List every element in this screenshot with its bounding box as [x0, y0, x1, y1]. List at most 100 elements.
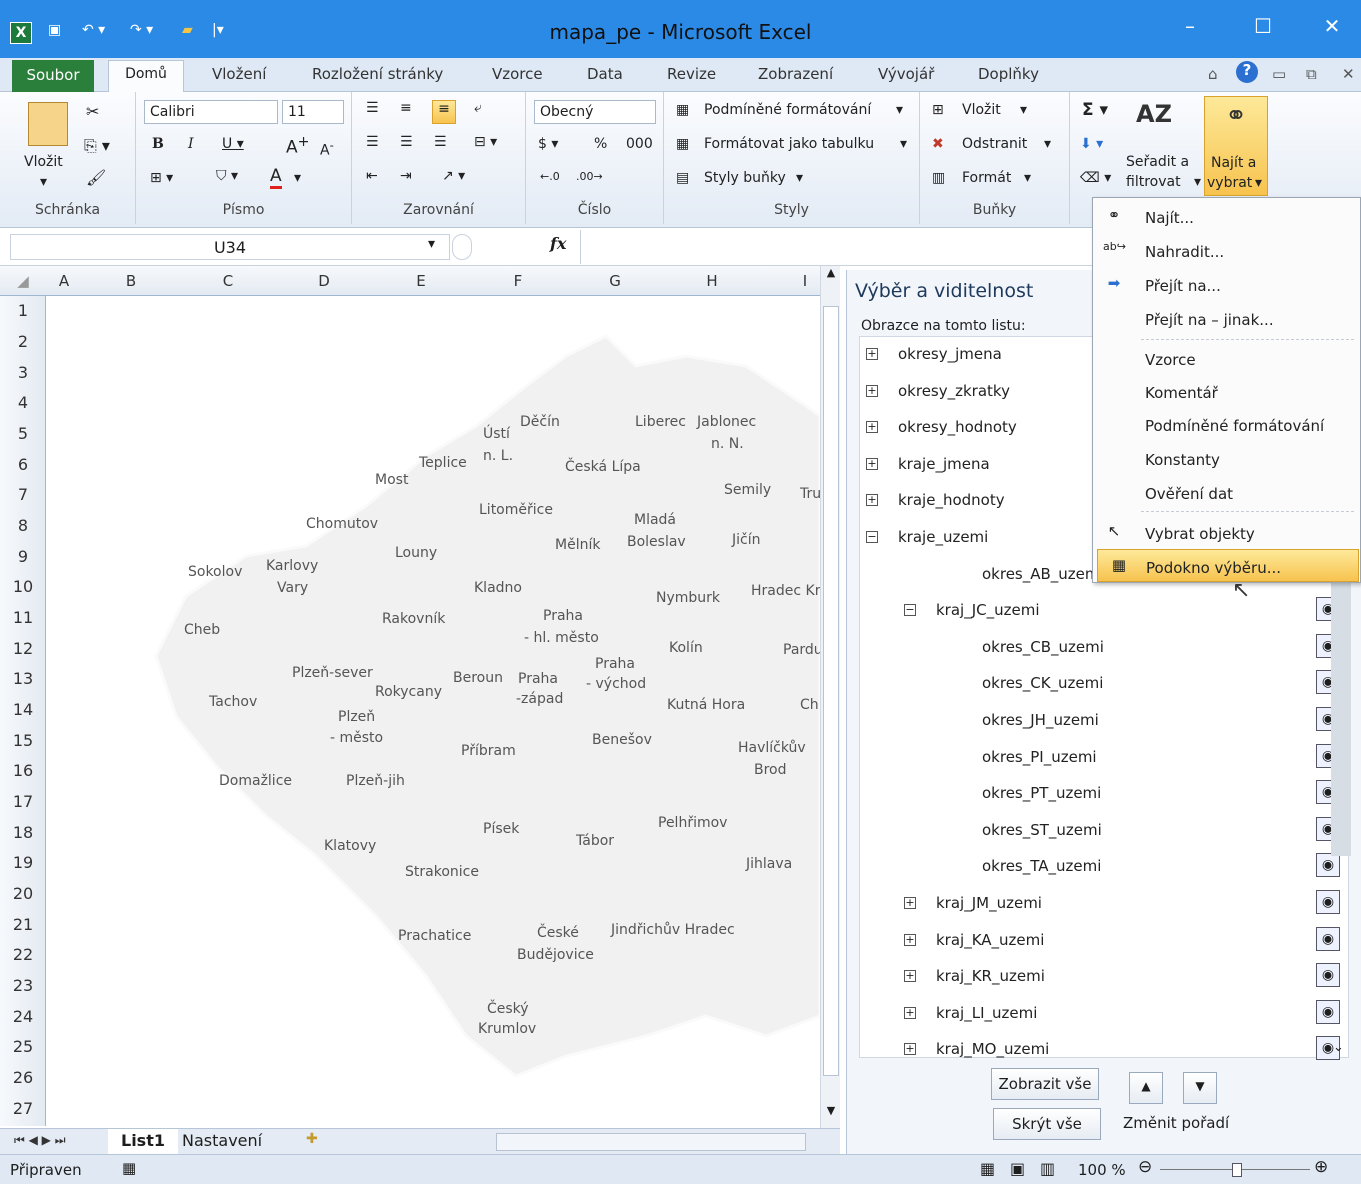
format-as-table-button[interactable]: Formátovat jako tabulku [704, 136, 874, 152]
increase-indent-icon[interactable]: ⇥ [400, 168, 412, 184]
view-page-layout-icon[interactable]: ▣ [1010, 1159, 1025, 1178]
map-label[interactable]: Benešov [592, 730, 652, 750]
map-label[interactable]: Plzeň-jih [346, 771, 405, 791]
map-label[interactable]: Ch [800, 695, 819, 715]
row-header[interactable]: 18 [0, 823, 46, 842]
decrease-indent-icon[interactable]: ⇤ [366, 168, 378, 184]
row-header[interactable]: 23 [0, 976, 46, 995]
maximize-icon[interactable]: ☐ [1243, 14, 1283, 38]
map-label[interactable]: Jindřichův Hradec [611, 920, 735, 940]
map-label[interactable]: Plzeň [338, 707, 375, 727]
map-label[interactable]: Havlíčkův [738, 738, 806, 758]
decrease-decimal-icon[interactable]: .00→ [576, 170, 603, 183]
insert-cells-button[interactable]: Vložit [962, 102, 1001, 118]
font-color-dropdown-icon[interactable]: ▾ [294, 170, 301, 186]
shape-list-item[interactable]: kraj_MO_uzemi [936, 1040, 1049, 1058]
expand-toggle-icon[interactable]: − [904, 604, 916, 617]
insert-cells-dropdown-icon[interactable]: ▾ [1020, 102, 1027, 118]
insert-function-icon[interactable]: fx [550, 234, 566, 253]
menu-item-select-objects[interactable]: ↖ Vybrat objekty [1093, 516, 1361, 549]
align-center-icon[interactable]: ☰ [400, 134, 413, 150]
expand-toggle-icon[interactable]: + [904, 1043, 916, 1056]
format-table-dropdown-icon[interactable]: ▾ [900, 136, 907, 152]
map-label[interactable]: Cheb [184, 620, 220, 640]
map-label[interactable]: Jičín [732, 530, 760, 550]
map-label[interactable]: Jablonec [697, 412, 756, 432]
column-header-i[interactable]: I [790, 272, 820, 290]
row-header[interactable]: 15 [0, 731, 46, 750]
column-header-h[interactable]: H [664, 272, 760, 290]
menu-item-data-validation[interactable]: Ověření dat [1093, 476, 1361, 509]
autosum-icon[interactable]: Σ ▾ [1082, 100, 1108, 120]
row-header[interactable]: 2 [0, 332, 46, 351]
row-header[interactable]: 6 [0, 455, 46, 474]
map-label[interactable]: Sokolov [188, 562, 242, 582]
font-color-icon[interactable]: A [270, 166, 282, 189]
align-left-icon[interactable]: ☰ [366, 134, 379, 150]
map-label[interactable]: Litoměřice [479, 500, 553, 520]
italic-icon[interactable]: I [188, 136, 194, 152]
row-header[interactable]: 10 [0, 577, 46, 596]
map-label[interactable]: Prachatice [398, 926, 471, 946]
shape-list-item[interactable]: okres_CB_uzemi [982, 638, 1104, 656]
map-label[interactable]: Rokycany [375, 682, 442, 702]
shape-list-item[interactable]: okresy_jmena [898, 345, 1002, 363]
map-label[interactable]: Písek [483, 819, 519, 839]
map-label[interactable]: Kladno [474, 578, 522, 598]
borders-icon[interactable]: ⊞ ▾ [150, 170, 173, 186]
map-label[interactable]: - hl. město [524, 628, 599, 648]
paste-button[interactable]: Vložit [24, 154, 63, 170]
format-cells-button[interactable]: Formát [962, 170, 1011, 186]
map-label[interactable]: Vary [277, 578, 308, 598]
row-header[interactable]: 4 [0, 393, 46, 412]
expand-toggle-icon[interactable]: − [866, 531, 878, 543]
map-label[interactable]: n. L. [483, 446, 513, 466]
percent-button[interactable]: % [594, 136, 607, 152]
shape-list-item[interactable]: okres_TA_uzemi [982, 857, 1101, 875]
cell-styles-dropdown-icon[interactable]: ▾ [796, 170, 803, 186]
scroll-up-icon[interactable]: ▲ [821, 266, 841, 288]
row-header[interactable]: 20 [0, 884, 46, 903]
map-label[interactable]: Děčín [520, 412, 560, 432]
shape-list-item[interactable]: kraje_uzemi [898, 528, 988, 546]
row-header[interactable]: 8 [0, 516, 46, 535]
fill-color-icon[interactable]: ⛉ ▾ [216, 168, 238, 184]
map-label[interactable]: Česká Lípa [565, 457, 641, 477]
map-label[interactable]: Boleslav [627, 532, 686, 552]
expand-toggle-icon[interactable]: + [866, 348, 878, 360]
expand-toggle-icon[interactable]: + [904, 1006, 916, 1019]
ribbon-collapse-icon[interactable]: ⌂ [1208, 65, 1218, 83]
map-label[interactable]: - město [330, 728, 383, 748]
font-size-select[interactable]: 11 [282, 100, 344, 124]
map-label[interactable]: Tru [800, 484, 821, 504]
map-label[interactable]: Kutná Hora [667, 695, 745, 715]
menu-item-replace[interactable]: ab↪ Nahradit... [1093, 234, 1361, 267]
map-label[interactable]: n. N. [711, 434, 744, 454]
shape-list-item[interactable]: okres_JH_uzemi [982, 711, 1099, 729]
map-label[interactable]: Jihlava [746, 854, 792, 874]
menu-item-goto[interactable]: ➡ Přejít na... [1093, 268, 1361, 301]
select-all-corner[interactable]: ◢ [0, 272, 46, 290]
increase-decimal-icon[interactable]: ←.0 [540, 170, 560, 183]
column-header-f[interactable]: F [470, 272, 566, 290]
insert-sheet-icon[interactable]: ✚ [306, 1131, 318, 1147]
map-label[interactable]: Liberec [635, 412, 686, 432]
fill-icon[interactable]: ⬇ ▾ [1080, 136, 1103, 152]
conditional-format-button[interactable]: Podmíněné formátování [704, 102, 871, 118]
row-header[interactable]: 14 [0, 700, 46, 719]
sort-filter-icon[interactable]: AZ [1132, 100, 1176, 128]
map-label[interactable]: České [537, 923, 579, 943]
formula-input[interactable] [580, 230, 1092, 264]
map-label[interactable]: Chomutov [306, 514, 378, 534]
visibility-eye-icon[interactable]: ◉ [1316, 999, 1340, 1024]
row-header[interactable]: 11 [0, 608, 46, 627]
expand-toggle-icon[interactable]: + [866, 384, 878, 397]
map-label[interactable]: Karlovy [266, 556, 318, 576]
row-header[interactable]: 22 [0, 945, 46, 964]
map-label[interactable]: Kolín [669, 638, 703, 658]
currency-icon[interactable]: $ ▾ [538, 136, 558, 152]
shape-list-item[interactable]: kraj_JM_uzemi [936, 894, 1042, 912]
visibility-eye-icon[interactable]: ◉ [1316, 853, 1340, 878]
visibility-eye-icon[interactable]: ◉ [1316, 926, 1340, 951]
map-label[interactable]: Louny [395, 543, 437, 563]
